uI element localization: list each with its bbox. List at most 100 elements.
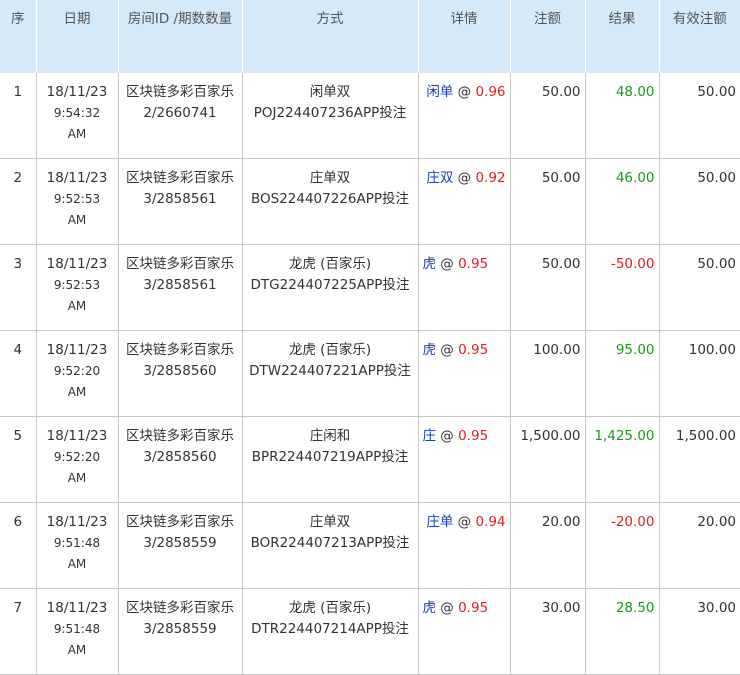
ampm-text: AM [67, 299, 87, 313]
bet-selection: 庄双 [426, 170, 454, 186]
seq-text: 1 [13, 84, 23, 100]
cell-method: 庄闲和 BPR224407219APP投注 [241, 416, 419, 503]
table-row: 4 18/11/23 9:52:20 AM 区块链多彩百家乐 3/2858560… [0, 330, 740, 417]
header-valid: 有效注额 [658, 0, 740, 73]
cell-valid: 50.00 [658, 244, 740, 331]
cell-result: 1,425.00 [584, 416, 660, 503]
bet-amount: 50.00 [541, 170, 581, 186]
odds-value: 0.95 [458, 428, 489, 444]
bet-amount: 100.00 [533, 342, 581, 358]
at-sign: @ [440, 256, 454, 272]
cell-seq: 2 [0, 158, 37, 245]
odds-value: 0.95 [458, 342, 489, 358]
cell-bet: 20.00 [509, 502, 586, 589]
bet-history-table: 序 日期 房间ID /期数数量 方式 详情 注额 结果 有效注额 1 18/11… [0, 0, 740, 675]
cell-valid: 30.00 [658, 588, 740, 675]
cell-method: 龙虎 (百家乐) DTR224407214APP投注 [241, 588, 419, 675]
result-amount: 46.00 [615, 170, 655, 186]
result-amount: -50.00 [610, 256, 655, 272]
cell-bet: 50.00 [509, 244, 586, 331]
room-period: 2/2660741 [143, 105, 217, 121]
bet-selection: 闲单 [426, 84, 454, 100]
room-name: 区块链多彩百家乐 [126, 600, 234, 616]
cell-method: 龙虎 (百家乐) DTG224407225APP投注 [241, 244, 419, 331]
odds-value: 0.92 [475, 170, 506, 186]
time-text: 9:54:32 [53, 106, 101, 120]
odds-value: 0.95 [458, 256, 489, 272]
valid-amount: 50.00 [697, 84, 736, 100]
ampm-text: AM [67, 557, 87, 571]
method-code: DTR224407214APP投注 [251, 621, 409, 637]
method-name: 庄单双 [309, 514, 351, 530]
bet-selection: 虎 [422, 600, 437, 616]
bet-amount: 20.00 [541, 514, 581, 530]
result-amount: 48.00 [615, 84, 655, 100]
valid-amount: 1,500.00 [675, 428, 736, 444]
bet-selection: 庄单 [426, 514, 454, 530]
cell-room: 区块链多彩百家乐 3/2858561 [117, 244, 243, 331]
time-text: 9:52:53 [53, 278, 101, 292]
cell-room: 区块链多彩百家乐 3/2858559 [117, 502, 243, 589]
method-name: 闲单双 [309, 84, 351, 100]
room-period: 3/2858559 [143, 535, 217, 551]
seq-text: 7 [13, 600, 23, 616]
header-detail: 详情 [417, 0, 510, 73]
ampm-text: AM [67, 127, 87, 141]
cell-bet: 50.00 [509, 73, 586, 159]
cell-seq: 1 [0, 73, 37, 159]
date-text: 18/11/23 [46, 514, 108, 530]
cell-seq: 7 [0, 588, 37, 675]
room-period: 3/2858559 [143, 621, 217, 637]
table-row: 1 18/11/23 9:54:32 AM 区块链多彩百家乐 2/2660741… [0, 73, 740, 159]
method-name: 庄闲和 [309, 428, 351, 444]
seq-text: 2 [13, 170, 23, 186]
cell-result: 46.00 [584, 158, 660, 245]
method-code: POJ224407236APP投注 [253, 105, 407, 121]
bet-amount: 50.00 [541, 84, 581, 100]
table-row: 6 18/11/23 9:51:48 AM 区块链多彩百家乐 3/2858559… [0, 502, 740, 589]
time-text: 9:52:53 [53, 192, 101, 206]
cell-method: 龙虎 (百家乐) DTW224407221APP投注 [241, 330, 419, 417]
method-name: 龙虎 (百家乐) [288, 256, 372, 272]
date-text: 18/11/23 [46, 84, 108, 100]
table-row: 7 18/11/23 9:51:48 AM 区块链多彩百家乐 3/2858559… [0, 588, 740, 675]
bet-selection: 虎 [422, 256, 437, 272]
valid-amount: 100.00 [688, 342, 736, 358]
cell-method: 庄单双 BOR224407213APP投注 [241, 502, 419, 589]
cell-method: 庄单双 BOS224407226APP投注 [241, 158, 419, 245]
room-period: 3/2858561 [143, 277, 217, 293]
cell-result: -20.00 [584, 502, 660, 589]
method-name: 龙虎 (百家乐) [288, 600, 372, 616]
cell-seq: 4 [0, 330, 37, 417]
room-period: 3/2858561 [143, 191, 217, 207]
method-code: BPR224407219APP投注 [251, 449, 409, 465]
bet-selection: 虎 [422, 342, 437, 358]
cell-detail: 虎 @ 0.95 [417, 588, 511, 675]
table-row: 2 18/11/23 9:52:53 AM 区块链多彩百家乐 3/2858561… [0, 158, 740, 245]
room-name: 区块链多彩百家乐 [126, 170, 234, 186]
at-sign: @ [457, 170, 472, 186]
valid-amount: 20.00 [697, 514, 736, 530]
cell-bet: 100.00 [509, 330, 586, 417]
cell-valid: 100.00 [658, 330, 740, 417]
odds-value: 0.94 [475, 514, 506, 530]
valid-amount: 50.00 [697, 256, 736, 272]
cell-date: 18/11/23 9:51:48 AM [35, 588, 119, 675]
cell-valid: 20.00 [658, 502, 740, 589]
cell-result: 95.00 [584, 330, 660, 417]
odds-value: 0.96 [475, 84, 506, 100]
result-amount: 28.50 [615, 600, 655, 616]
bet-amount: 30.00 [541, 600, 581, 616]
table-row: 3 18/11/23 9:52:53 AM 区块链多彩百家乐 3/2858561… [0, 244, 740, 331]
ampm-text: AM [67, 471, 87, 485]
method-code: BOS224407226APP投注 [250, 191, 410, 207]
cell-room: 区块链多彩百家乐 3/2858560 [117, 416, 243, 503]
cell-result: 28.50 [584, 588, 660, 675]
method-code: BOR224407213APP投注 [250, 535, 410, 551]
valid-amount: 50.00 [697, 170, 736, 186]
at-sign: @ [440, 342, 454, 358]
table-row: 5 18/11/23 9:52:20 AM 区块链多彩百家乐 3/2858560… [0, 416, 740, 503]
date-text: 18/11/23 [46, 256, 108, 272]
method-code: DTG224407225APP投注 [250, 277, 410, 293]
header-date: 日期 [35, 0, 118, 73]
